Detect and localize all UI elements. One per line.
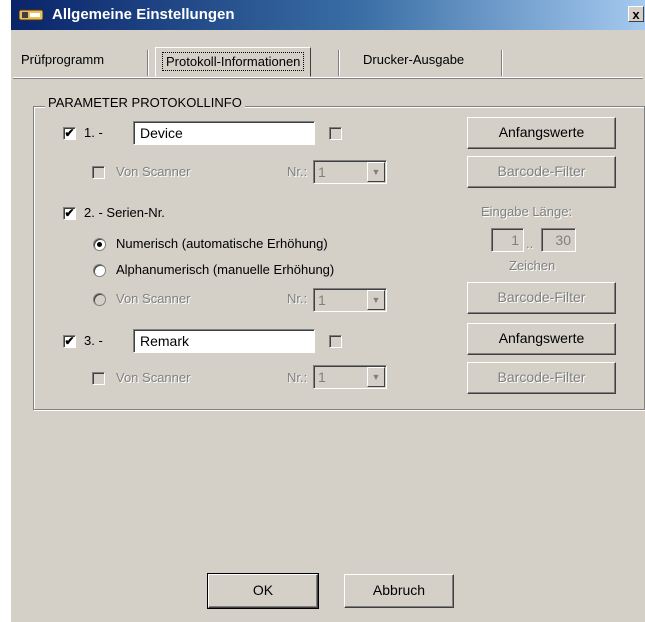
tab-separator [147,50,149,76]
tab-separator [338,50,340,76]
radio-selected-dot [97,242,102,247]
param1-scanner-checkbox[interactable] [92,166,105,179]
param2-radio-numeric[interactable] [93,238,106,251]
param2-barcode-filter-button[interactable]: Barcode-Filter [467,282,616,314]
param2-radio-scanner[interactable] [93,293,106,306]
param2-nr-select[interactable]: 1 ▼ [313,288,387,312]
length-range-separator: .. [526,236,534,251]
tab-panel-border [13,77,643,79]
param1-extra-checkbox[interactable] [329,127,342,140]
param3-scanner-checkbox[interactable] [92,372,105,385]
param3-extra-checkbox[interactable] [329,335,342,348]
param1-scanner-label: Von Scanner [116,164,191,179]
window-title: Allgemeine Einstellungen [52,6,235,23]
param1-nr-label: Nr.: [287,164,308,179]
param1-name-field[interactable]: Device [133,121,315,145]
param3-nr-value: 1 [318,369,326,385]
param3-nr-select[interactable]: 1 ▼ [313,365,387,389]
param3-initial-values-button[interactable]: Anfangswerte [467,323,616,355]
param3-scanner-label: Von Scanner [116,370,191,385]
length-min-field[interactable]: 1 [491,228,524,252]
param2-radio-scanner-label: Von Scanner [116,291,191,306]
length-max-field[interactable]: 30 [541,228,576,252]
tab-drucker-ausgabe[interactable]: Drucker-Ausgabe [357,50,470,76]
tab-protokoll-informationen[interactable]: Protokoll-Informationen [155,47,312,77]
param1-checkbox[interactable]: ✔ [63,127,76,140]
param2-nr-value: 1 [318,292,326,308]
checkmark-icon: ✔ [64,206,75,220]
groupbox-title: PARAMETER PROTOKOLLINFO [45,95,245,110]
param2-radio-alphanumeric-label: Alphanumerisch (manuelle Erhöhung) [116,262,335,277]
tab-label: Protokoll-Informationen [162,52,305,71]
close-button[interactable]: x [628,6,644,22]
param3-nr-label: Nr.: [287,370,308,385]
app-icon [19,9,43,21]
param2-checkbox[interactable]: ✔ [63,207,76,220]
param1-initial-values-button[interactable]: Anfangswerte [467,117,616,149]
param2-label: 2. - Serien-Nr. [84,205,165,220]
settings-dialog: Allgemeine Einstellungen x Prüfprogramm … [10,0,645,622]
param1-nr-select[interactable]: 1 ▼ [313,160,387,184]
param3-label: 3. - [84,333,103,348]
ok-button[interactable]: OK [207,573,319,609]
checkmark-icon: ✔ [64,334,75,348]
param1-label: 1. - [84,125,103,140]
param3-checkbox[interactable]: ✔ [63,335,76,348]
param3-name-field[interactable]: Remark [133,329,315,353]
param2-radio-alphanumeric[interactable] [93,264,106,277]
chevron-down-icon[interactable]: ▼ [367,367,385,387]
param1-nr-value: 1 [318,164,326,180]
checkmark-icon: ✔ [64,126,75,140]
input-length-label: Eingabe Länge: [481,204,573,219]
param2-nr-label: Nr.: [287,291,308,306]
param2-radio-numeric-label: Numerisch (automatische Erhöhung) [116,236,328,251]
title-bar: Allgemeine Einstellungen x [11,0,645,30]
tab-separator [501,50,503,76]
chevron-down-icon[interactable]: ▼ [367,290,385,310]
tab-pruefprogramm[interactable]: Prüfprogramm [15,50,110,76]
cancel-button[interactable]: Abbruch [344,574,454,608]
param3-barcode-filter-button[interactable]: Barcode-Filter [467,362,616,394]
characters-label: Zeichen [509,258,556,273]
param1-barcode-filter-button[interactable]: Barcode-Filter [467,156,616,188]
chevron-down-icon[interactable]: ▼ [367,162,385,182]
